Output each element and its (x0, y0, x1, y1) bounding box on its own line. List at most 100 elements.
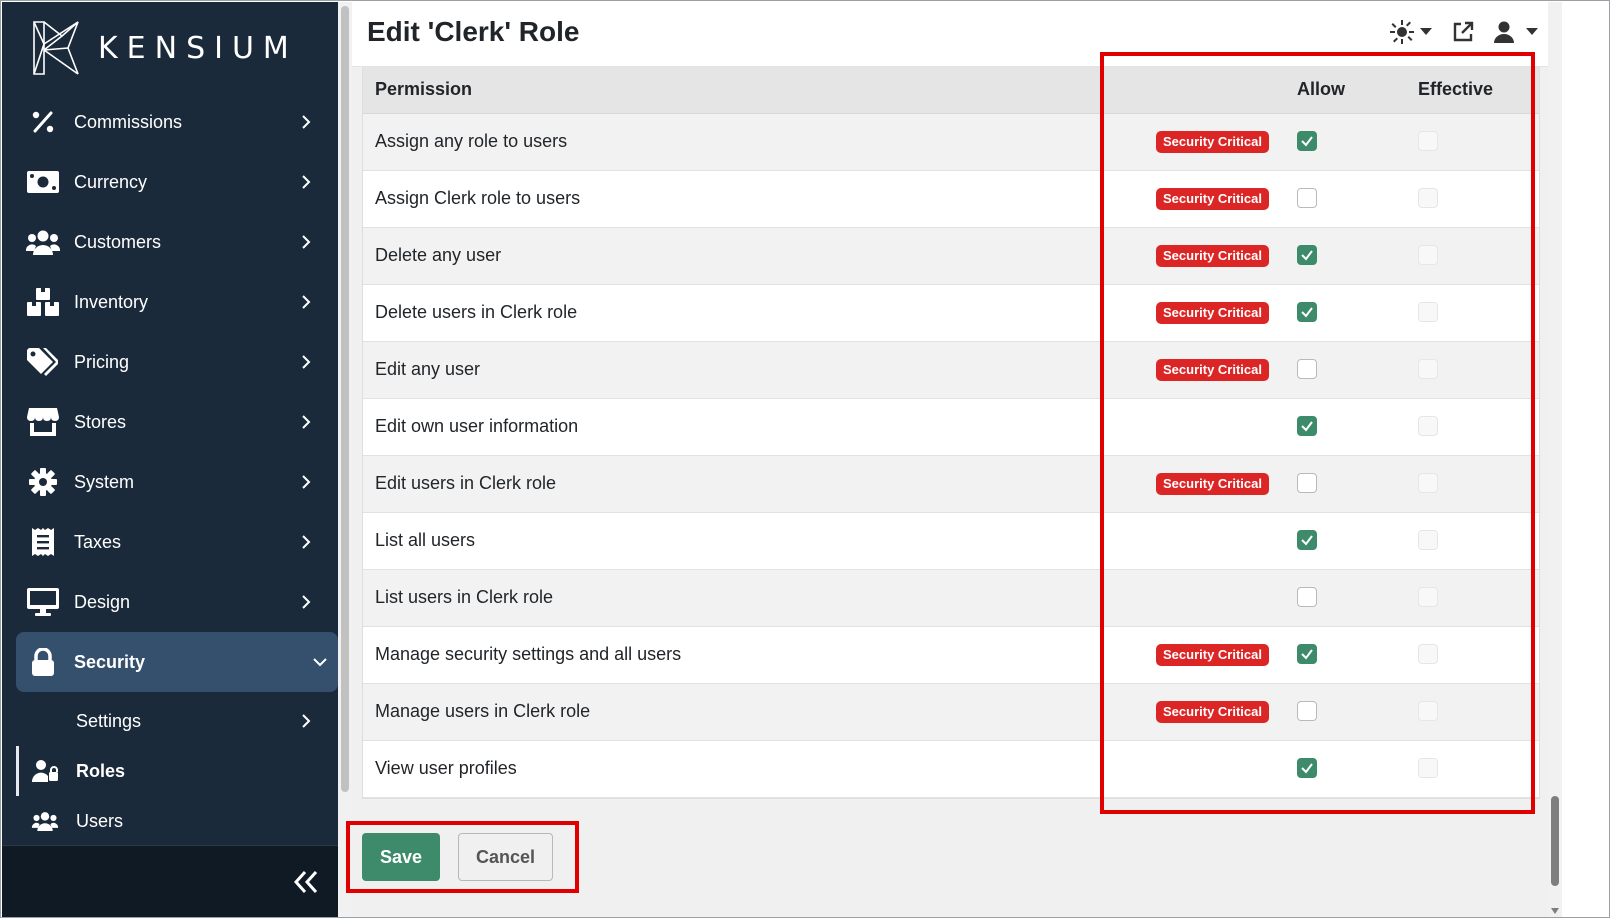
sidebar-subitem-settings[interactable]: Settings (2, 696, 338, 746)
table-row: Delete any user Security Critical (363, 228, 1539, 285)
sidebar-item-commissions[interactable]: Commissions (2, 92, 338, 152)
effective-checkbox (1418, 701, 1438, 721)
checkmark-icon (1301, 649, 1313, 660)
user-lock-icon (30, 760, 60, 782)
table-row: Assign Clerk role to users Security Criti… (363, 171, 1539, 228)
security-critical-badge: Security Critical (1156, 302, 1269, 324)
page-title: Edit 'Clerk' Role (367, 16, 580, 47)
effective-checkbox (1418, 758, 1438, 778)
permission-name: Manage security settings and all users (375, 644, 682, 664)
sidebar-item-label: Taxes (74, 531, 122, 552)
kensium-logo-icon (33, 21, 79, 75)
permission-name: Delete any user (375, 245, 502, 265)
external-link-icon (1453, 21, 1474, 42)
double-chevron-left-icon (293, 870, 318, 894)
allow-checkbox[interactable] (1297, 758, 1317, 778)
sidebar-item-label: Settings (76, 710, 142, 731)
checkmark-icon (1301, 421, 1313, 432)
caret-down-icon (1526, 28, 1538, 35)
table-row: List all users (363, 513, 1539, 570)
security-critical-badge: Security Critical (1156, 644, 1269, 666)
save-button[interactable]: Save (362, 833, 440, 881)
sidebar-nav: Commissions Currency Customers Inventory (2, 92, 338, 846)
sidebar-item-design[interactable]: Design (2, 572, 338, 632)
main-scrollbar[interactable] (1548, 2, 1562, 918)
permission-name: Edit own user information (375, 416, 579, 436)
allow-checkbox[interactable] (1297, 245, 1317, 265)
user-menu-button[interactable] (1494, 21, 1538, 43)
effective-checkbox (1418, 587, 1438, 607)
sidebar-item-label: Roles (76, 760, 126, 781)
cancel-button[interactable]: Cancel (458, 833, 553, 881)
allow-checkbox[interactable] (1297, 644, 1317, 664)
checkmark-icon (1301, 535, 1313, 546)
table-header: Permission Allow Effective (363, 67, 1539, 114)
sidebar-subitem-users[interactable]: Users (2, 796, 338, 846)
allow-checkbox[interactable] (1297, 131, 1317, 151)
lock-icon (26, 648, 60, 676)
page-header: Edit 'Clerk' Role (352, 2, 1548, 67)
sidebar: KENSIUM Commissions Currency Customers I… (2, 2, 338, 918)
chevron-right-icon (302, 475, 311, 489)
chevron-right-icon (302, 175, 311, 189)
effective-checkbox (1418, 473, 1438, 493)
sidebar-item-label: Commissions (74, 111, 183, 132)
checkmark-icon (1301, 136, 1313, 147)
sidebar-item-system[interactable]: System (2, 452, 338, 512)
app-logo[interactable]: KENSIUM (32, 18, 298, 78)
sidebar-item-security[interactable]: Security (16, 632, 338, 692)
sidebar-item-label: Stores (74, 411, 127, 432)
monitor-icon (26, 588, 60, 616)
permission-name: Manage users in Clerk role (375, 701, 591, 721)
sidebar-scrollbar-thumb[interactable] (341, 6, 349, 792)
effective-checkbox (1418, 131, 1438, 151)
permissions-table: Permission Allow Effective Assign any ro… (362, 67, 1540, 799)
table-row: Delete users in Clerk role Security Criti… (363, 285, 1539, 342)
security-critical-badge: Security Critical (1156, 701, 1269, 723)
column-header-permission: Permission (375, 79, 473, 99)
allow-checkbox[interactable] (1297, 587, 1317, 607)
allow-checkbox[interactable] (1297, 701, 1317, 721)
table-row: Edit own user information (363, 399, 1539, 456)
table-body: Assign any role to users Security Critica… (363, 114, 1539, 798)
sidebar-item-currency[interactable]: Currency (2, 152, 338, 212)
sidebar-item-customers[interactable]: Customers (2, 212, 338, 272)
sidebar-item-stores[interactable]: Stores (2, 392, 338, 452)
sidebar-subitem-roles[interactable]: Roles (2, 746, 338, 796)
allow-checkbox[interactable] (1297, 416, 1317, 436)
permission-name: List all users (375, 530, 476, 550)
main-content: Permission Allow Effective Assign any ro… (352, 67, 1548, 918)
checkmark-icon (1301, 763, 1313, 774)
effective-checkbox (1418, 245, 1438, 265)
chevron-right-icon (302, 714, 311, 728)
main-scrollbar-thumb[interactable] (1551, 796, 1559, 886)
allow-checkbox[interactable] (1297, 530, 1317, 550)
theme-toggle-button[interactable] (1390, 20, 1432, 44)
allow-checkbox[interactable] (1297, 188, 1317, 208)
table-row: View user profiles (363, 741, 1539, 798)
sidebar-scrollbar[interactable] (338, 2, 352, 918)
caret-down-icon (1420, 28, 1432, 35)
allow-checkbox[interactable] (1297, 359, 1317, 379)
security-critical-badge: Security Critical (1156, 359, 1269, 381)
open-external-button[interactable] (1452, 21, 1474, 43)
table-row: Edit any user Security Critical (363, 342, 1539, 399)
sidebar-item-pricing[interactable]: Pricing (2, 332, 338, 392)
allow-checkbox[interactable] (1297, 302, 1317, 322)
scroll-down-arrow-icon[interactable] (1551, 908, 1559, 914)
checkmark-icon (1301, 250, 1313, 261)
sidebar-item-inventory[interactable]: Inventory (2, 272, 338, 332)
sidebar-item-label: Design (74, 591, 131, 612)
effective-checkbox (1418, 359, 1438, 379)
table-row: Manage security settings and all users Se… (363, 627, 1539, 684)
table-row: List users in Clerk role (363, 570, 1539, 627)
collapse-sidebar-button[interactable] (288, 864, 324, 900)
permission-name: Assign any role to users (375, 131, 568, 151)
security-critical-badge: Security Critical (1156, 245, 1269, 267)
column-header-allow: Allow (1297, 79, 1345, 99)
sidebar-item-label: System (74, 471, 135, 492)
allow-checkbox[interactable] (1297, 473, 1317, 493)
sidebar-item-taxes[interactable]: Taxes (2, 512, 338, 572)
chevron-down-icon (313, 658, 327, 667)
permission-name: List users in Clerk role (375, 587, 554, 607)
